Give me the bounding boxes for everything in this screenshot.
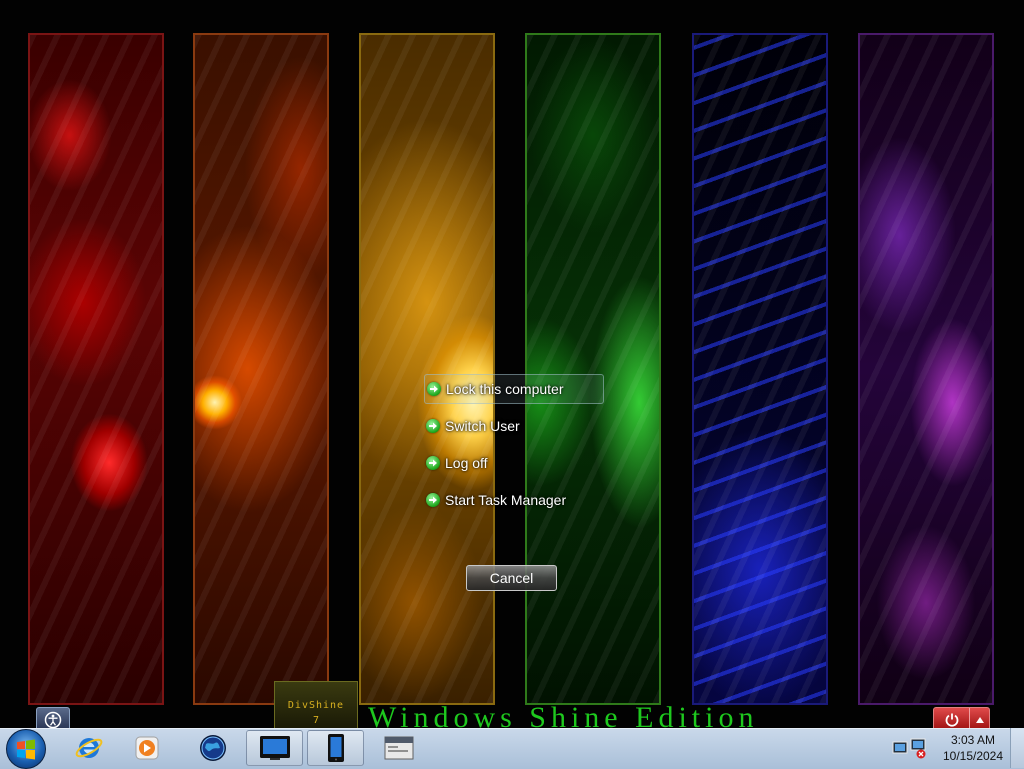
shine-logo-text: DivShine xyxy=(287,700,345,711)
tablet-app-button[interactable] xyxy=(307,730,364,766)
desktop-background: DivShine 7 Windows Shine Edition Lock th… xyxy=(0,0,1024,768)
clock[interactable]: 3:03 AM 10/15/2024 xyxy=(938,732,1008,764)
ease-of-access-icon xyxy=(44,711,62,728)
green-arrow-icon xyxy=(427,382,441,396)
log-off-option[interactable]: Log off xyxy=(424,448,488,478)
wallpaper-panel-red xyxy=(28,33,164,705)
task-manager-option[interactable]: Start Task Manager xyxy=(424,485,566,515)
show-desktop-button[interactable] xyxy=(1010,728,1024,768)
task-manager-label: Start Task Manager xyxy=(445,492,567,508)
switch-user-label: Switch User xyxy=(445,418,520,434)
log-off-label: Log off xyxy=(445,455,488,471)
wallpaper-panel-yellow xyxy=(359,33,495,705)
wallpaper-panel-purple xyxy=(858,33,994,705)
start-button[interactable] xyxy=(6,729,46,769)
wallpaper-panel-green xyxy=(525,33,661,705)
shine-logo: DivShine 7 xyxy=(274,681,358,729)
lock-computer-label: Lock this computer xyxy=(446,381,564,397)
globe-app-icon xyxy=(200,735,226,761)
monitor-app-icon xyxy=(259,736,290,760)
internet-explorer-button[interactable] xyxy=(70,730,108,766)
windows-logo-icon xyxy=(17,739,35,760)
triangle-up-icon xyxy=(975,716,984,723)
cancel-button[interactable]: Cancel xyxy=(466,565,557,591)
lock-computer-option[interactable]: Lock this computer xyxy=(424,374,604,404)
window-app-icon xyxy=(384,736,413,760)
switch-user-option[interactable]: Switch User xyxy=(424,411,520,441)
clock-date: 10/15/2024 xyxy=(942,749,1004,763)
green-arrow-icon xyxy=(426,456,440,470)
green-arrow-icon xyxy=(426,419,440,433)
shine-logo-number: 7 xyxy=(312,715,320,726)
window-app-button[interactable] xyxy=(370,730,427,766)
clock-time: 3:03 AM xyxy=(950,733,996,747)
media-player-button[interactable] xyxy=(128,730,166,766)
tablet-app-icon xyxy=(327,734,344,762)
media-player-icon xyxy=(135,736,159,760)
globe-app-button[interactable] xyxy=(194,730,232,766)
internet-explorer-icon xyxy=(75,738,103,758)
monitor-app-button[interactable] xyxy=(246,730,303,766)
wallpaper-panel-orange xyxy=(193,33,329,705)
network-icon[interactable] xyxy=(891,736,927,764)
wallpaper-panel-blue xyxy=(692,33,828,705)
power-icon xyxy=(945,713,958,727)
green-arrow-icon xyxy=(426,493,440,507)
